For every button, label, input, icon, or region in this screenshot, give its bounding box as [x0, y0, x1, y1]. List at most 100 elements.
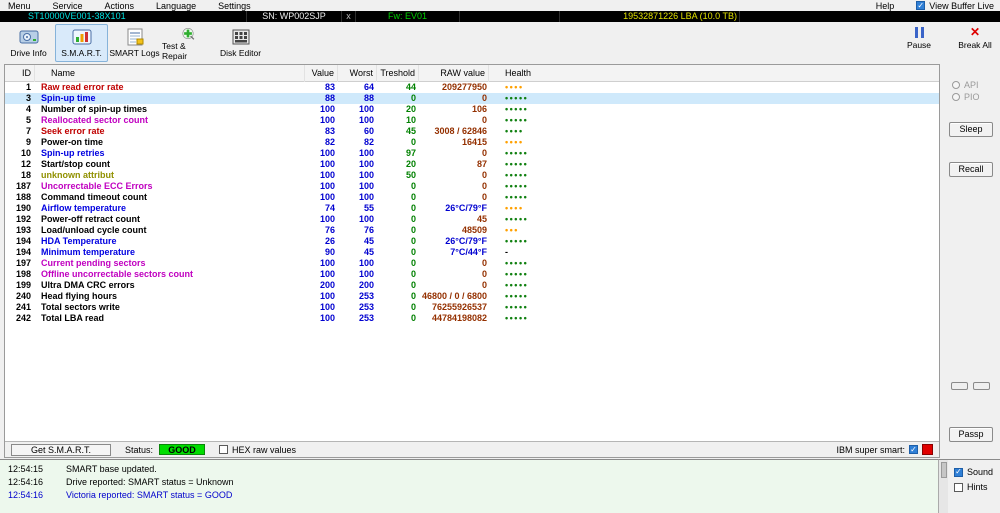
smart-attribute-row[interactable]: 192 Power-off retract count 100 100 0 45 •••••	[5, 214, 939, 225]
smart-attribute-row[interactable]: 4 Number of spin-up times 100 100 20 106 •••••	[5, 104, 939, 115]
smart-attribute-row[interactable]: 197 Current pending sectors 100 100 0 0 •••••	[5, 258, 939, 269]
header-treshold[interactable]: Treshold	[377, 65, 419, 82]
name-cell: Uncorrectable ECC Errors	[41, 181, 153, 191]
header-value[interactable]: Value	[305, 65, 338, 82]
header-name[interactable]: Name	[35, 65, 305, 82]
name-cell: Command timeout count	[41, 192, 147, 202]
log-message: SMART base updated.	[66, 464, 157, 474]
drive-info-button[interactable]: Drive Info	[2, 24, 55, 62]
mini-buttons	[951, 382, 990, 390]
smart-attribute-row[interactable]: 10 Spin-up retries 100 100 97 0 •••••	[5, 148, 939, 159]
menubar: Menu Service Actions Language Settings H…	[0, 0, 1000, 11]
mini-button-left[interactable]	[951, 382, 968, 390]
value-cell: 100	[319, 148, 335, 158]
test-repair-button[interactable]: Test & Repair	[161, 24, 214, 62]
menu-item-help[interactable]: Help	[876, 1, 895, 11]
ibm-checkbox-icon[interactable]	[909, 445, 918, 454]
health-cell: ••••	[505, 82, 524, 92]
api-radio[interactable]: API	[952, 80, 979, 90]
pio-radio[interactable]: PIO	[952, 92, 980, 102]
smart-attribute-row[interactable]: 241 Total sectors write 100 253 0 76255926537…	[5, 302, 939, 313]
id-cell: 194	[15, 236, 31, 246]
health-cell: •••••	[505, 148, 529, 158]
smart-attribute-row[interactable]: 9 Power-on time 82 82 0 16415 ••••	[5, 137, 939, 148]
smart-attribute-row[interactable]: 190 Airflow temperature 74 55 0 26°C/79°F ••••	[5, 203, 939, 214]
value-cell: 100	[319, 159, 335, 169]
name-cell: Start/stop count	[41, 159, 110, 169]
id-cell: 194	[15, 247, 31, 257]
smart-attribute-row[interactable]: 198 Offline uncorrectable sectors count 10…	[5, 269, 939, 280]
smart-attribute-row[interactable]: 188 Command timeout count 100 100 0 0 •••••	[5, 192, 939, 203]
raw-cell: 209277950	[441, 82, 487, 92]
smart-attribute-row[interactable]: 5 Reallocated sector count 100 100 10 0 •••••	[5, 115, 939, 126]
sleep-button[interactable]: Sleep	[949, 122, 993, 137]
hints-toggle[interactable]: Hints	[954, 482, 1000, 492]
worst-cell: 100	[358, 115, 374, 125]
smart-attribute-row[interactable]: 18 unknown attribut 100 100 50 0 •••••	[5, 170, 939, 181]
name-cell: Raw read error rate	[41, 82, 124, 92]
name-cell: Total LBA read	[41, 313, 105, 323]
mini-button-right[interactable]	[973, 382, 990, 390]
view-buffer-live-toggle[interactable]: View Buffer Live	[916, 1, 994, 11]
status-good-badge: GOOD	[159, 444, 206, 455]
hex-raw-values-toggle[interactable]: HEX raw values	[219, 445, 296, 455]
name-cell: Number of spin-up times	[41, 104, 148, 114]
health-cell: •••••	[505, 280, 529, 290]
smart-attribute-row[interactable]: 242 Total LBA read 100 253 0 44784198082 •••••	[5, 313, 939, 324]
smart-attribute-row[interactable]: 194 HDA Temperature 26 45 0 26°C/79°F •••••	[5, 236, 939, 247]
menu-item-menu[interactable]: Menu	[8, 1, 31, 11]
smart-attribute-row[interactable]: 3 Spin-up time 88 88 0 0 •••••	[5, 93, 939, 104]
break-all-button[interactable]: ✕ Break All	[954, 24, 996, 60]
event-log: 12:54:15 SMART base updated. 12:54:16 Dr…	[0, 459, 938, 513]
health-cell: •••••	[505, 214, 529, 224]
sound-toggle[interactable]: Sound	[954, 467, 1000, 477]
passp-button[interactable]: Passp	[949, 427, 993, 442]
smart-attribute-row[interactable]: 193 Load/unload cycle count 76 76 0 48509 •••	[5, 225, 939, 236]
get-smart-button[interactable]: Get S.M.A.R.T.	[11, 443, 111, 456]
header-health[interactable]: Health	[489, 65, 939, 82]
id-cell: 193	[15, 225, 31, 235]
raw-cell: 3008 / 62846	[434, 126, 487, 136]
raw-cell: 16415	[461, 137, 487, 147]
menu-item-language[interactable]: Language	[156, 1, 196, 11]
smart-attribute-row[interactable]: 187 Uncorrectable ECC Errors 100 100 0 0 •••••	[5, 181, 939, 192]
id-cell: 5	[25, 115, 31, 125]
smart-attribute-row[interactable]: 240 Head flying hours 100 253 0 46800 / 0 / 6…	[5, 291, 939, 302]
header-worst[interactable]: Worst	[338, 65, 377, 82]
raw-cell: 0	[481, 115, 487, 125]
smart-attribute-row[interactable]: 7 Seek error rate 83 60 45 3008 / 62846 ••••	[5, 126, 939, 137]
raw-cell: 45	[476, 214, 487, 224]
smart-logs-button[interactable]: SMART Logs	[108, 24, 161, 62]
header-raw-value[interactable]: RAW value	[419, 65, 489, 82]
value-cell: 100	[319, 313, 335, 323]
pause-button[interactable]: Pause	[898, 24, 940, 60]
smart-attribute-row[interactable]: 1 Raw read error rate 83 64 44 209277950 ••••	[5, 82, 939, 93]
name-cell: Power-off retract count	[41, 214, 141, 224]
menu-item-settings[interactable]: Settings	[218, 1, 251, 11]
id-cell: 12	[20, 159, 31, 169]
smart-attribute-row[interactable]: 12 Start/stop count 100 100 20 87 •••••	[5, 159, 939, 170]
drive-info-label: Drive Info	[10, 48, 47, 58]
drive-close-button[interactable]: x	[342, 11, 356, 22]
drive-model: ST10000VE001-38X101	[0, 11, 247, 22]
drivebar-spacer	[460, 11, 560, 22]
log-scrollbar-thumb[interactable]	[940, 462, 947, 478]
menu-item-service[interactable]: Service	[53, 1, 83, 11]
disk-editor-grid-icon	[232, 29, 249, 45]
treshold-cell: 0	[410, 302, 416, 312]
smart-attribute-row[interactable]: 199 Ultra DMA CRC errors 200 200 0 0 •••••	[5, 280, 939, 291]
status-label: Status:	[125, 444, 154, 455]
header-id[interactable]: ID	[5, 65, 35, 82]
health-cell: •••••	[505, 258, 529, 268]
name-cell: Offline uncorrectable sectors count	[41, 269, 194, 279]
worst-cell: 100	[358, 258, 374, 268]
raw-cell: 0	[481, 280, 487, 290]
value-cell: 100	[319, 170, 335, 180]
disk-editor-button[interactable]: Disk Editor	[214, 24, 267, 62]
smart-attribute-row[interactable]: 194 Minimum temperature 90 45 0 7°C/44°F -	[5, 247, 939, 258]
smart-chart-icon	[72, 29, 91, 45]
smart-button[interactable]: S.M.A.R.T.	[55, 24, 108, 62]
menu-item-actions[interactable]: Actions	[105, 1, 135, 11]
recall-button[interactable]: Recall	[949, 162, 993, 177]
log-scrollbar[interactable]	[938, 459, 948, 513]
